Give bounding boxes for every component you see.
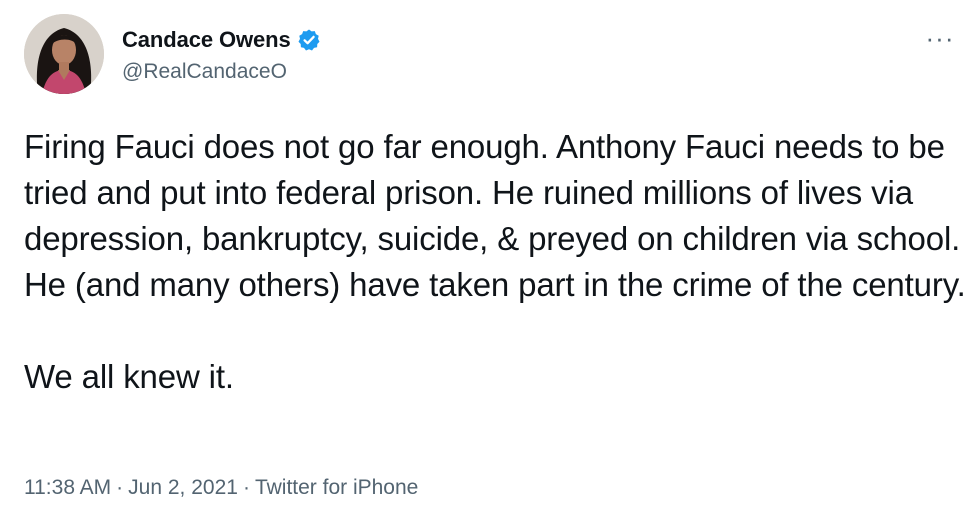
author-name-row: Candace Owens [122, 24, 321, 56]
more-icon: ··· [925, 23, 955, 53]
avatar[interactable] [24, 14, 104, 94]
more-options-button[interactable]: ··· [924, 23, 956, 53]
tweet-date[interactable]: Jun 2, 2021 [128, 474, 238, 502]
author-handle[interactable]: @RealCandaceO [122, 58, 287, 86]
avatar-image [24, 14, 104, 94]
verified-badge-icon [297, 28, 321, 52]
tweet-paragraph: We all knew it. [24, 358, 234, 395]
tweet-paragraph: Firing Fauci does not go far enough. Ant… [24, 128, 966, 303]
tweet-timestamp[interactable]: 11:38 AM [24, 474, 111, 502]
meta-separator: · [242, 476, 250, 499]
meta-separator: · [116, 476, 124, 499]
tweet-text: Firing Fauci does not go far enough. Ant… [24, 124, 969, 400]
tweet-card: Candace Owens @RealCandaceO ··· Firing F… [0, 0, 980, 516]
tweet-metadata: 11:38 AM · Jun 2, 2021 · Twitter for iPh… [24, 474, 418, 502]
tweet-source[interactable]: Twitter for iPhone [255, 474, 418, 502]
author-display-name[interactable]: Candace Owens [122, 25, 291, 55]
